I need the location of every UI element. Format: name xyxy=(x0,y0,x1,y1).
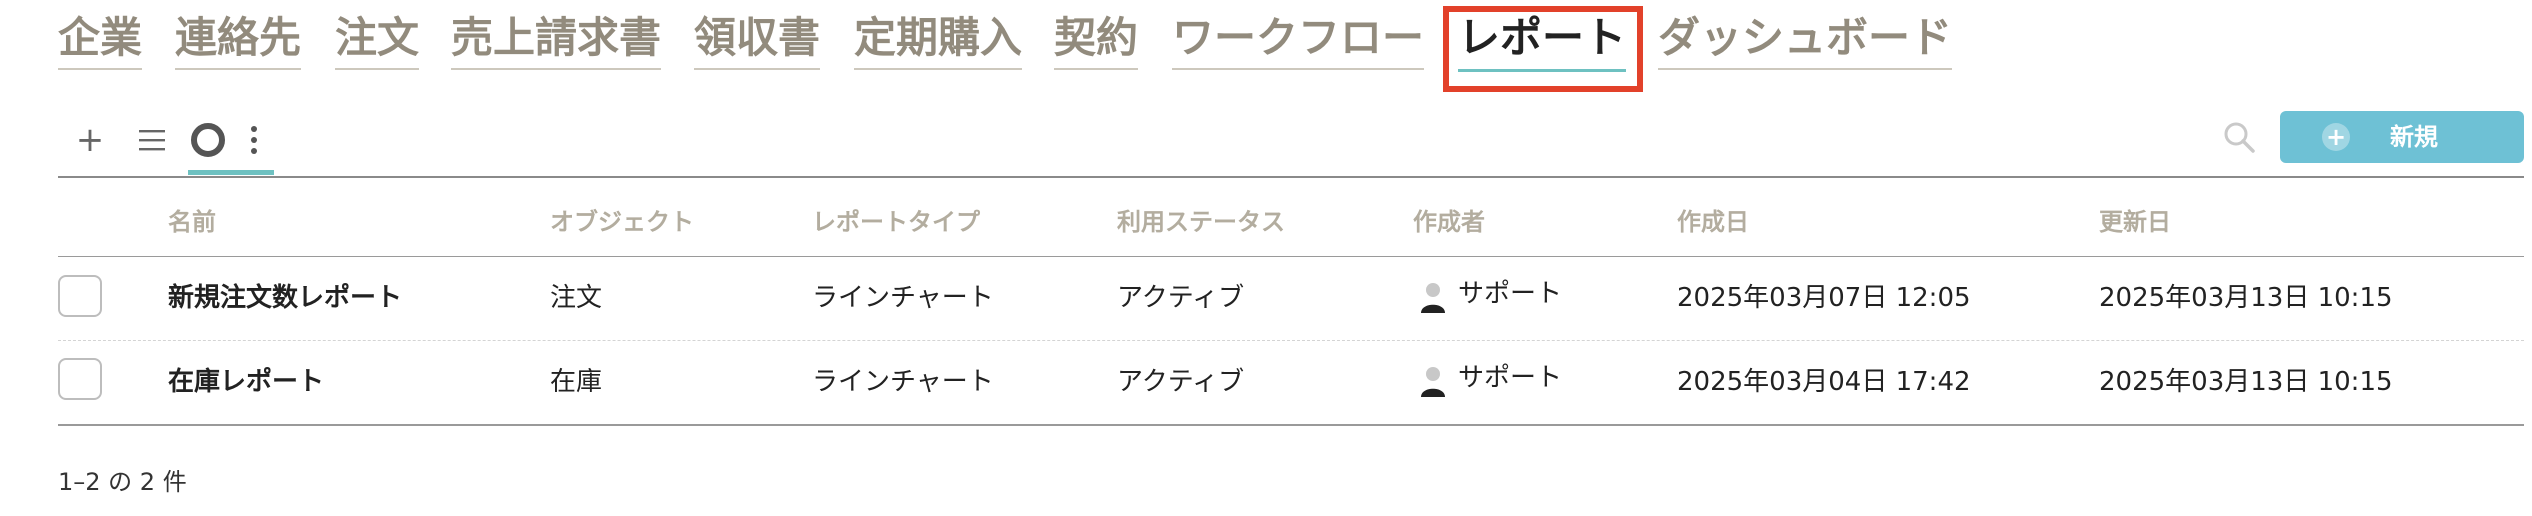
new-button-label: 新規 xyxy=(2390,123,2438,151)
report-creator: サポート xyxy=(1458,363,1563,393)
column-header-report-type[interactable]: レポートタイプ xyxy=(812,202,980,237)
row-divider xyxy=(58,340,2524,341)
report-status: アクティブ xyxy=(1117,283,1245,313)
row-checkbox[interactable] xyxy=(58,358,102,400)
report-name[interactable]: 在庫レポート xyxy=(168,366,324,398)
report-object: 注文 xyxy=(550,283,603,313)
more-vertical-icon[interactable] xyxy=(234,118,274,162)
column-header-name[interactable]: 名前 xyxy=(168,202,216,237)
nav-tab-workflow[interactable]: ワークフロー xyxy=(1172,12,1425,70)
nav-tab-companies[interactable]: 企業 xyxy=(58,12,143,70)
pagination-count: 1–2 の 2 件 xyxy=(58,468,187,496)
user-icon xyxy=(1420,282,1446,314)
new-button[interactable]: + 新規 xyxy=(2280,111,2524,163)
circle-view-icon[interactable] xyxy=(188,118,228,162)
toolbar-divider xyxy=(58,176,2524,178)
nav-tab-orders[interactable]: 注文 xyxy=(335,12,420,70)
nav-tab-receipts[interactable]: 領収書 xyxy=(694,12,821,70)
header-divider xyxy=(58,256,2524,257)
column-header-creator[interactable]: 作成者 xyxy=(1413,202,1485,237)
add-icon[interactable]: + xyxy=(70,118,110,162)
list-view-icon[interactable] xyxy=(132,118,172,162)
nav-tab-dashboard[interactable]: ダッシュボード xyxy=(1658,12,1953,70)
report-status: アクティブ xyxy=(1117,367,1245,397)
column-header-created[interactable]: 作成日 xyxy=(1677,202,1749,237)
report-creator: サポート xyxy=(1458,279,1563,309)
column-header-status[interactable]: 利用ステータス xyxy=(1117,202,1285,237)
report-object: 在庫 xyxy=(550,367,603,397)
search-icon[interactable] xyxy=(2222,120,2256,154)
report-created-date: 2025年03月04日 17:42 xyxy=(1677,367,1971,397)
table-bottom-divider xyxy=(58,424,2524,426)
nav-tab-invoices[interactable]: 売上請求書 xyxy=(451,12,662,70)
report-name[interactable]: 新規注文数レポート xyxy=(168,282,402,314)
report-type: ラインチャート xyxy=(812,367,994,397)
row-checkbox[interactable] xyxy=(58,275,102,317)
plus-circle-icon: + xyxy=(2322,123,2350,151)
active-tab-highlight xyxy=(1443,6,1643,92)
column-header-object[interactable]: オブジェクト xyxy=(550,202,694,237)
column-header-updated[interactable]: 更新日 xyxy=(2099,202,2171,237)
report-updated-date: 2025年03月13日 10:15 xyxy=(2099,367,2393,397)
report-created-date: 2025年03月07日 12:05 xyxy=(1677,283,1971,313)
active-view-indicator xyxy=(188,170,274,175)
nav-tab-contacts[interactable]: 連絡先 xyxy=(175,12,302,70)
report-type: ラインチャート xyxy=(812,283,994,313)
nav-tab-subscriptions[interactable]: 定期購入 xyxy=(854,12,1023,70)
user-icon xyxy=(1420,366,1446,398)
nav-tab-contracts[interactable]: 契約 xyxy=(1054,12,1139,70)
report-updated-date: 2025年03月13日 10:15 xyxy=(2099,283,2393,313)
